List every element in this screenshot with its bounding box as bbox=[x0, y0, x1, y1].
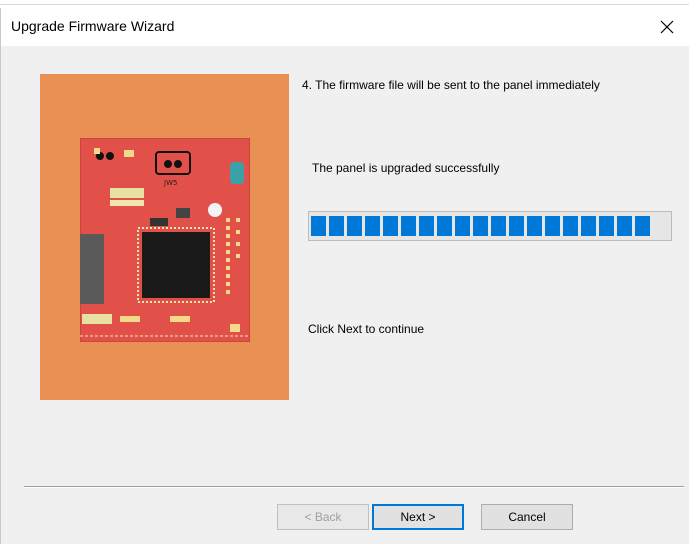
background-divider bbox=[0, 4, 689, 5]
next-button[interactable]: Next > bbox=[372, 504, 464, 530]
progress-segment bbox=[455, 216, 470, 236]
continue-hint: Click Next to continue bbox=[308, 322, 425, 336]
background-window-strip bbox=[0, 0, 689, 8]
progress-segment bbox=[581, 216, 596, 236]
wizard-dialog: Upgrade Firmware Wizard JW5 4. The firmw… bbox=[0, 8, 689, 544]
progress-bar bbox=[308, 211, 672, 241]
dialog-title: Upgrade Firmware Wizard bbox=[11, 18, 175, 34]
step-heading: 4. The firmware file will be sent to the… bbox=[302, 78, 600, 92]
progress-segment bbox=[617, 216, 632, 236]
progress-segment bbox=[545, 216, 560, 236]
progress-fill bbox=[311, 216, 650, 236]
progress-segment bbox=[365, 216, 380, 236]
cancel-button[interactable]: Cancel bbox=[481, 504, 573, 530]
progress-segment bbox=[527, 216, 542, 236]
status-message: The panel is upgraded successfully bbox=[312, 161, 500, 175]
progress-segment bbox=[329, 216, 344, 236]
progress-segment bbox=[437, 216, 452, 236]
progress-segment bbox=[401, 216, 416, 236]
progress-segment bbox=[383, 216, 398, 236]
jumper-label: JW5 bbox=[163, 179, 177, 187]
progress-segment bbox=[419, 216, 434, 236]
progress-segment bbox=[599, 216, 614, 236]
footer-separator bbox=[24, 486, 684, 488]
wizard-image-panel: JW5 bbox=[40, 74, 289, 400]
progress-segment bbox=[563, 216, 578, 236]
progress-segment bbox=[635, 216, 650, 236]
progress-segment bbox=[347, 216, 362, 236]
progress-segment bbox=[491, 216, 506, 236]
close-button[interactable] bbox=[644, 8, 689, 46]
close-icon bbox=[660, 20, 674, 34]
circuit-board-image: JW5 bbox=[80, 138, 250, 342]
progress-segment bbox=[473, 216, 488, 236]
title-bar[interactable]: Upgrade Firmware Wizard bbox=[1, 8, 689, 46]
progress-segment bbox=[311, 216, 326, 236]
back-button[interactable]: < Back bbox=[277, 504, 369, 530]
progress-segment bbox=[509, 216, 524, 236]
